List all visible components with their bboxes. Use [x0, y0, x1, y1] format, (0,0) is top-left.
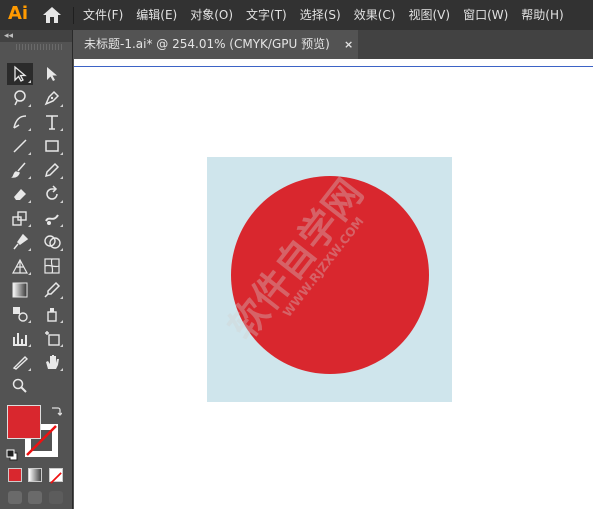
document-tab-bar: 未标题-1.ai* @ 254.01% (CMYK/GPU 预览) × [74, 30, 593, 59]
pencil-tool-icon[interactable] [39, 159, 65, 181]
paintbrush-tool-icon[interactable] [7, 159, 33, 181]
document-tab-title: 未标题-1.ai* @ 254.01% (CMYK/GPU 预览) [84, 37, 330, 51]
magic-wand-icon[interactable] [7, 87, 33, 109]
symbol-sprayer-tool-icon[interactable] [39, 303, 65, 325]
warp-tool-icon[interactable] [39, 207, 65, 229]
draw-normal-icon[interactable] [8, 491, 22, 504]
rectangle-tool-icon[interactable] [39, 135, 65, 157]
menu-object[interactable]: 对象(O) [190, 0, 233, 30]
puppet-warp-tool-icon[interactable] [7, 231, 33, 253]
draw-inside-icon[interactable] [49, 491, 63, 504]
artboard-tool-icon[interactable] [39, 327, 65, 349]
draw-behind-icon[interactable] [28, 491, 42, 504]
menu-file[interactable]: 文件(F) [83, 0, 123, 30]
direct-selection-tool-icon[interactable] [39, 63, 65, 85]
scale-tool-icon[interactable] [7, 207, 33, 229]
type-tool-icon[interactable] [39, 111, 65, 133]
fill-swatch[interactable] [7, 405, 41, 439]
main-menu: 文件(F) 编辑(E) 对象(O) 文字(T) 选择(S) 效果(C) 视图(V… [83, 0, 577, 30]
menu-window[interactable]: 窗口(W) [463, 0, 508, 30]
home-icon[interactable] [42, 6, 62, 24]
blend-tool-icon[interactable] [7, 303, 33, 325]
rotate-tool-icon[interactable] [39, 183, 65, 205]
column-graph-tool-icon[interactable] [7, 327, 33, 349]
line-tool-icon[interactable] [7, 135, 33, 157]
zoom-tool-icon[interactable] [7, 375, 33, 397]
eraser-tool-icon[interactable] [7, 183, 33, 205]
pen-tool-icon[interactable] [39, 87, 65, 109]
menu-select[interactable]: 选择(S) [300, 0, 341, 30]
app-logo: Ai [8, 3, 29, 24]
document-tab[interactable]: 未标题-1.ai* @ 254.01% (CMYK/GPU 预览) × [74, 30, 358, 59]
shape-builder-tool-icon[interactable] [39, 231, 65, 253]
menu-divider [73, 7, 74, 24]
slice-tool-icon[interactable] [7, 351, 33, 373]
guide-line [74, 66, 593, 67]
curvature-tool-icon[interactable] [7, 111, 33, 133]
collapse-panel-button[interactable]: ◂◂ [4, 30, 13, 42]
perspective-grid-tool-icon[interactable] [7, 255, 33, 277]
gradient-tool-icon[interactable] [7, 279, 33, 301]
default-colors-icon[interactable] [6, 446, 18, 461]
panel-header: ◂◂ [0, 30, 72, 42]
swap-fill-stroke-icon[interactable] [50, 405, 63, 417]
eyedropper-tool-icon[interactable] [39, 279, 65, 301]
menu-type[interactable]: 文字(T) [246, 0, 287, 30]
panel-grip[interactable] [16, 44, 64, 50]
color-mode-button[interactable] [8, 468, 22, 482]
mesh-tool-icon[interactable] [39, 255, 65, 277]
none-mode-button[interactable] [49, 468, 63, 484]
menu-effect[interactable]: 效果(C) [354, 0, 396, 30]
menu-help[interactable]: 帮助(H) [521, 0, 563, 30]
selection-tool-icon[interactable] [7, 63, 33, 85]
hand-tool-icon[interactable] [39, 351, 65, 373]
gradient-mode-button[interactable] [28, 468, 42, 482]
close-tab-button[interactable]: × [344, 30, 353, 59]
menu-edit[interactable]: 编辑(E) [136, 0, 177, 30]
menu-bar: Ai 文件(F) 编辑(E) 对象(O) 文字(T) 选择(S) 效果(C) 视… [0, 0, 593, 30]
menu-view[interactable]: 视图(V) [408, 0, 450, 30]
